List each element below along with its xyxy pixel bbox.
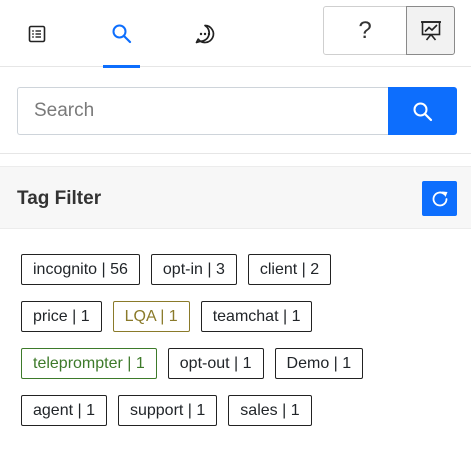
tab-search[interactable]	[103, 0, 140, 68]
presentation-icon	[420, 20, 441, 41]
help-label: ?	[358, 16, 372, 44]
tag-teamchat[interactable]: teamchat | 1	[200, 301, 313, 332]
top-toolbar: ?	[0, 0, 471, 68]
tag-list: incognito | 56 opt-in | 3 client | 2 pri…	[21, 254, 461, 442]
tab-chat[interactable]	[185, 0, 225, 67]
tag-filter-header: Tag Filter	[0, 166, 471, 229]
search-input[interactable]	[17, 87, 388, 135]
tag-opt-in[interactable]: opt-in | 3	[150, 254, 237, 285]
list-icon	[28, 25, 46, 42]
search-icon	[413, 102, 433, 121]
tag-client[interactable]: client | 2	[247, 254, 332, 285]
search-icon	[112, 24, 132, 44]
tag-demo[interactable]: Demo | 1	[274, 348, 364, 379]
presentation-button[interactable]	[406, 6, 455, 55]
tag-sales[interactable]: sales | 1	[228, 395, 312, 426]
tag-teleprompter[interactable]: teleprompter | 1	[21, 348, 157, 379]
tag-row: incognito | 56 opt-in | 3 client | 2	[21, 254, 461, 285]
tab-notes[interactable]	[17, 0, 57, 67]
tag-row: teleprompter | 1 opt-out | 1 Demo | 1	[21, 348, 461, 379]
tag-support[interactable]: support | 1	[117, 395, 218, 426]
tag-row: price | 1 LQA | 1 teamchat | 1	[21, 301, 461, 332]
tag-row: agent | 1 support | 1 sales | 1	[21, 395, 461, 426]
tag-agent[interactable]: agent | 1	[21, 395, 107, 426]
refresh-button[interactable]	[422, 181, 457, 216]
tag-incognito[interactable]: incognito | 56	[21, 254, 140, 285]
chat-bubble-icon	[195, 24, 215, 43]
divider	[0, 153, 471, 154]
tag-lqa[interactable]: LQA | 1	[112, 301, 190, 332]
tag-price[interactable]: price | 1	[21, 301, 102, 332]
refresh-icon	[432, 191, 447, 206]
search-bar	[17, 87, 457, 135]
tag-opt-out[interactable]: opt-out | 1	[167, 348, 264, 379]
help-button[interactable]: ?	[323, 6, 407, 55]
tag-filter-title: Tag Filter	[17, 188, 102, 209]
search-button[interactable]	[388, 87, 457, 135]
